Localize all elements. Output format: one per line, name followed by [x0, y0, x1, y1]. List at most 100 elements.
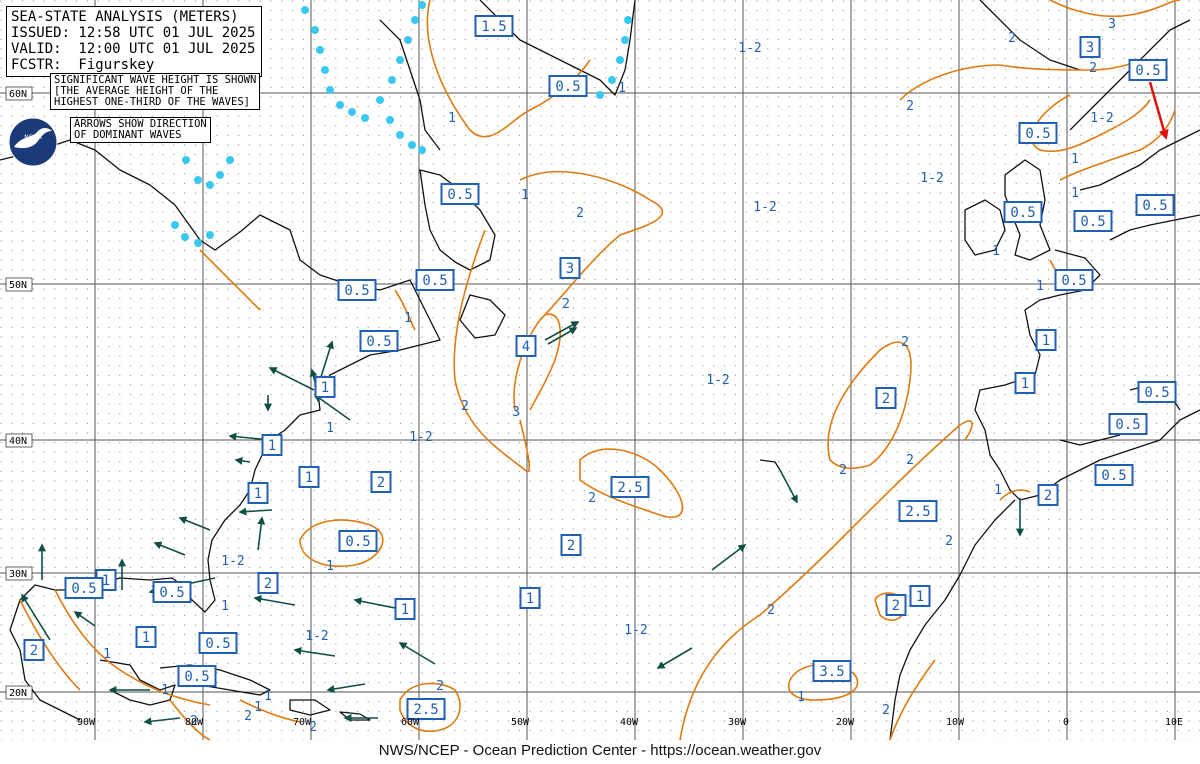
wave-height-box: 0.5 — [1018, 122, 1058, 144]
wave-height-box: 2 — [257, 572, 279, 594]
contour-label: 2 — [882, 703, 890, 718]
header-issued: ISSUED: 12:58 UTC 01 JUL 2025 — [11, 25, 256, 41]
wave-height-value: 1.5 — [481, 19, 506, 35]
wave-height-box: 3 — [559, 257, 581, 279]
wave-height-value: 3.5 — [819, 664, 844, 680]
wave-height-value: 1 — [1042, 333, 1050, 349]
wave-height-box: 2 — [23, 639, 45, 661]
contour-label: 2 — [1089, 61, 1097, 76]
sea-state-map: 1 1 1 2 3 1-2 2 3 2 1-2 1-2 1 1-2 2 1-2 … — [0, 0, 1200, 741]
wave-height-note: SIGNIFICANT WAVE HEIGHT IS SHOWN [THE AVE… — [50, 73, 261, 110]
wave-height-box: 2 — [875, 387, 897, 409]
lon-label: 0 — [1063, 717, 1069, 728]
header-valid: VALID: 12:00 UTC 01 JUL 2025 — [11, 41, 256, 57]
wave-height-box: 0.5 — [548, 75, 588, 97]
contour-label: 3 — [512, 405, 520, 420]
wave-height-box: 2.5 — [610, 476, 650, 498]
wave-height-box: 0.5 — [1003, 201, 1043, 223]
wave-height-value: 1 — [401, 602, 409, 618]
wave-height-box: 0.5 — [198, 632, 238, 654]
wave-height-box: 0.5 — [1094, 464, 1134, 486]
header-forecaster: FCSTR: Figurskey — [11, 57, 155, 73]
wave-height-value: 3 — [566, 261, 574, 277]
noaa-logo: NOAA — [8, 117, 58, 167]
svg-text:20N: 20N — [9, 688, 27, 699]
contour-label: 1 — [618, 81, 626, 96]
wave-height-box: 0.5 — [1137, 381, 1177, 403]
contour-label: 1 — [1071, 152, 1079, 167]
contour-label: 1 — [221, 599, 229, 614]
wave-height-value: 0.5 — [1142, 198, 1167, 214]
wave-height-value: 1 — [916, 589, 924, 605]
contour-label: 1 — [797, 690, 805, 705]
contour-label: 2 — [436, 679, 444, 694]
wave-height-box: 1 — [298, 466, 320, 488]
wave-height-box: 0.5 — [177, 665, 217, 687]
wave-height-value: 0.5 — [422, 273, 447, 289]
wave-height-value: 0.5 — [555, 79, 580, 95]
wave-height-value: 0.5 — [366, 334, 391, 350]
contour-label: 1-2 — [305, 629, 328, 644]
wave-height-value: 0.5 — [1135, 63, 1160, 79]
lon-label: 50W — [511, 717, 530, 728]
contour-label: 1 — [521, 188, 529, 203]
wave-height-value: 2 — [882, 391, 890, 407]
wave-height-value: 0.5 — [1144, 385, 1169, 401]
contour-label: 2 — [945, 534, 953, 549]
wave-height-box: 2 — [370, 471, 392, 493]
arrow-note: ARROWS SHOW DIRECTION OF DOMINANT WAVES — [70, 117, 211, 143]
wave-height-value: 0.5 — [1115, 417, 1140, 433]
lat-label: 40N — [5, 433, 33, 448]
wave-height-value: 1 — [254, 486, 262, 502]
contour-label: 2 — [588, 491, 596, 506]
wave-height-value: 3 — [1086, 40, 1094, 56]
wave-height-value: 0.5 — [1010, 205, 1035, 221]
contour-label: 2 — [244, 709, 252, 724]
contour-label: 1 — [448, 111, 456, 126]
wave-height-box: 4 — [515, 335, 537, 357]
wave-height-value: 1 — [268, 438, 276, 454]
wave-height-value: 2 — [264, 576, 272, 592]
wave-height-value: 1 — [142, 630, 150, 646]
wave-height-box: 1 — [1014, 372, 1036, 394]
chart-header: SEA-STATE ANALYSIS (METERS) ISSUED: 12:58… — [6, 6, 263, 77]
wave-height-box: 1 — [261, 434, 283, 456]
wave-height-box: 0.5 — [338, 530, 378, 552]
contour-label: 2 — [562, 297, 570, 312]
lon-label: 20W — [836, 717, 855, 728]
contour-label: 1 — [1036, 279, 1044, 294]
wave-height-value: 0.5 — [1101, 468, 1126, 484]
wave-height-box: 2 — [560, 534, 582, 556]
lon-label: 70W — [293, 717, 312, 728]
wave-height-box: 0.5 — [152, 581, 192, 603]
contour-label: 2 — [906, 453, 914, 468]
wave-height-box: 0.5 — [359, 330, 399, 352]
contour-label: 2 — [906, 99, 914, 114]
contour-label: 1-2 — [920, 171, 943, 186]
contour-label: 1-2 — [221, 554, 244, 569]
wave-height-value: 0.5 — [345, 534, 370, 550]
contour-label: 1 — [404, 311, 412, 326]
svg-text:60N: 60N — [9, 89, 27, 100]
wave-height-box: 1 — [314, 376, 336, 398]
wave-height-box: 0.5 — [1073, 210, 1113, 232]
wave-height-value: 2 — [567, 538, 575, 554]
contour-label: 2 — [767, 603, 775, 618]
wave-height-box: 0.5 — [440, 183, 480, 205]
contour-label: 1 — [994, 483, 1002, 498]
contour-label: 2 — [461, 399, 469, 414]
contour-label: 3 — [1108, 17, 1116, 32]
svg-text:40N: 40N — [9, 436, 27, 447]
contour-label: 1 — [326, 421, 334, 436]
contour-label: 1 — [254, 700, 262, 715]
contour-label: 1 — [992, 244, 1000, 259]
svg-text:50N: 50N — [9, 280, 27, 291]
lat-label: 30N — [5, 566, 33, 581]
wave-height-value: 4 — [522, 339, 530, 355]
wave-height-box: 2 — [885, 594, 907, 616]
wave-height-box: 1 — [247, 482, 269, 504]
contour-label: 1 — [326, 559, 334, 574]
wave-height-value: 0.5 — [1080, 214, 1105, 230]
contour-label: 2 — [901, 335, 909, 350]
wave-height-value: 2.5 — [905, 504, 930, 520]
